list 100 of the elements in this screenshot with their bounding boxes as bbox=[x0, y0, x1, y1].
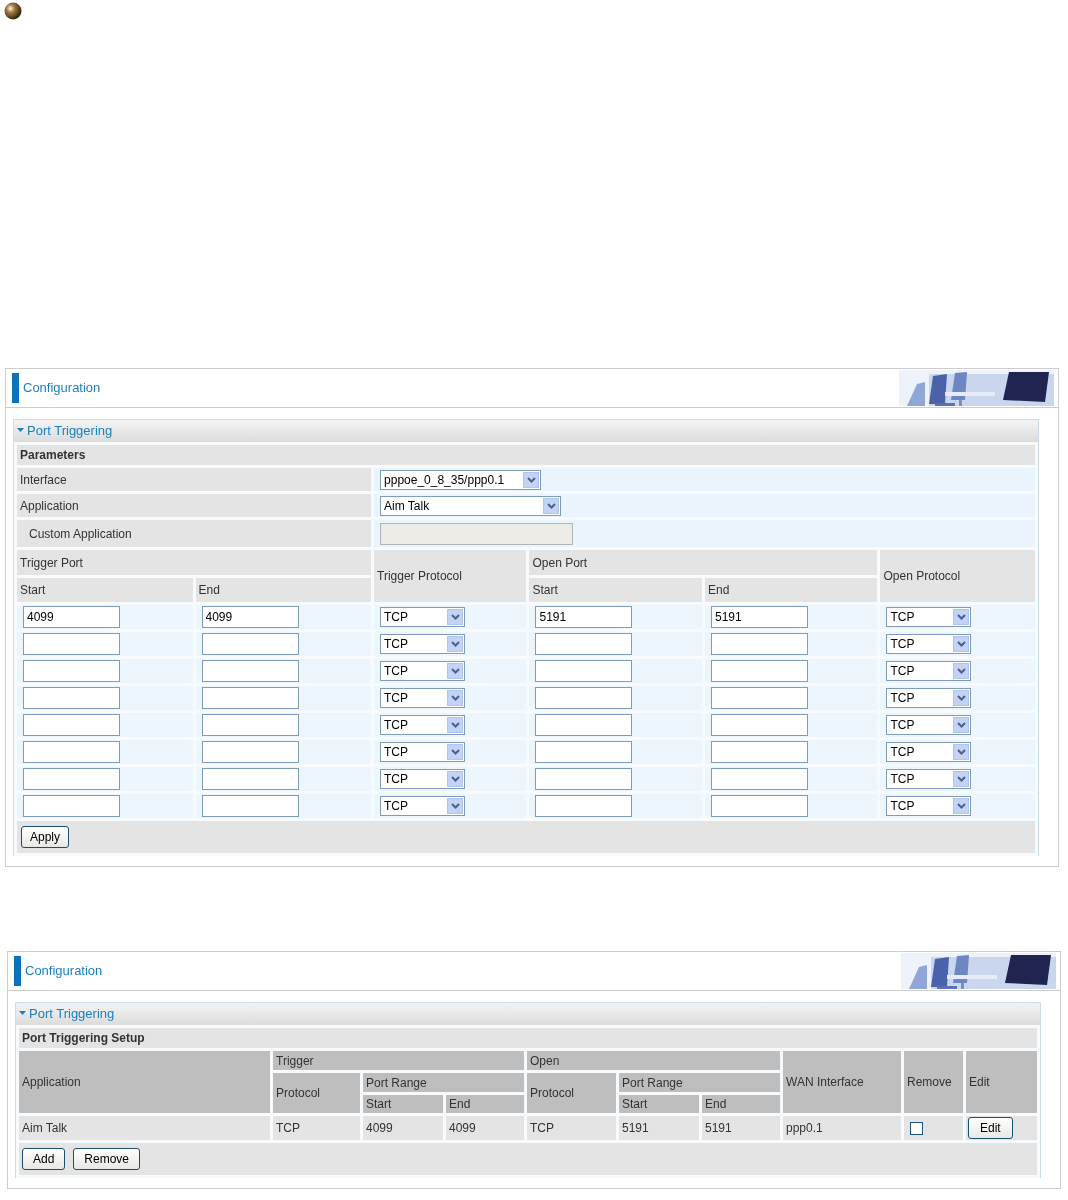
dropdown[interactable]: TCP bbox=[886, 607, 972, 627]
dropdown[interactable]: TCP bbox=[380, 796, 466, 816]
checkbox[interactable] bbox=[910, 1121, 923, 1135]
dropdown[interactable]: TCP bbox=[886, 742, 972, 762]
chevron-down-icon bbox=[956, 776, 966, 782]
chevron-down-icon bbox=[956, 641, 966, 647]
section-header[interactable]: Port Triggering bbox=[16, 1003, 1040, 1026]
text-field[interactable] bbox=[201, 768, 299, 790]
text-field[interactable] bbox=[23, 687, 120, 709]
table-cell: 5191 bbox=[619, 1116, 699, 1140]
chevron-down-icon bbox=[450, 776, 460, 782]
text-field[interactable] bbox=[201, 795, 299, 817]
dropdown[interactable]: TCP bbox=[886, 661, 972, 681]
text-field[interactable] bbox=[535, 795, 633, 817]
panel-title: Configuration bbox=[25, 962, 103, 981]
column-header: Trigger Port bbox=[17, 550, 372, 575]
text-field[interactable] bbox=[710, 714, 808, 736]
text-field[interactable] bbox=[201, 687, 299, 709]
dropdown[interactable]: TCP bbox=[380, 715, 466, 735]
column-header: Open Port bbox=[529, 550, 878, 575]
text-field[interactable]: 4099 bbox=[201, 606, 299, 628]
column-header: Trigger Protocol bbox=[374, 550, 527, 602]
column-header: Start bbox=[619, 1095, 699, 1113]
button[interactable]: Edit bbox=[968, 1117, 1013, 1139]
text-field[interactable] bbox=[201, 741, 299, 763]
text-field[interactable] bbox=[201, 660, 299, 682]
field-label: Interface bbox=[17, 468, 372, 491]
text-field[interactable] bbox=[710, 768, 808, 790]
chevron-down-icon bbox=[450, 695, 460, 701]
column-header: Start bbox=[17, 578, 193, 602]
table-cell: 5191 bbox=[702, 1116, 780, 1140]
field-label: Custom Application bbox=[17, 520, 372, 547]
header-bar bbox=[14, 956, 21, 986]
button[interactable]: Apply bbox=[21, 826, 70, 848]
column-header: End bbox=[704, 578, 878, 602]
text-field[interactable]: 4099 bbox=[23, 606, 120, 628]
text-field[interactable] bbox=[23, 714, 120, 736]
section-header[interactable]: Port Triggering bbox=[14, 420, 1038, 443]
chevron-down-icon bbox=[450, 668, 460, 674]
text-field[interactable] bbox=[23, 741, 120, 763]
text-field[interactable]: 5191 bbox=[710, 606, 808, 628]
text-field[interactable]: 5191 bbox=[535, 606, 633, 628]
text-field[interactable] bbox=[710, 633, 808, 655]
text-field[interactable] bbox=[535, 687, 633, 709]
dropdown[interactable]: TCP bbox=[886, 769, 972, 789]
group-title: Parameters bbox=[17, 445, 1035, 465]
column-header: Start bbox=[529, 578, 702, 602]
dropdown[interactable]: TCP bbox=[380, 769, 466, 789]
text-field[interactable] bbox=[535, 633, 633, 655]
chevron-down-icon bbox=[956, 749, 966, 755]
column-header: Remove bbox=[904, 1051, 963, 1113]
table-cell: ppp0.1 bbox=[783, 1116, 901, 1140]
column-header: End bbox=[702, 1095, 780, 1113]
chevron-down-icon bbox=[956, 668, 966, 674]
text-field[interactable] bbox=[201, 714, 299, 736]
chevron-down-icon bbox=[526, 476, 536, 483]
text-field[interactable] bbox=[535, 714, 633, 736]
text-field[interactable] bbox=[535, 768, 633, 790]
text-field[interactable] bbox=[535, 660, 633, 682]
text-field[interactable] bbox=[535, 741, 633, 763]
text-field[interactable] bbox=[23, 768, 120, 790]
text-field[interactable] bbox=[23, 795, 120, 817]
text-field[interactable] bbox=[710, 741, 808, 763]
dropdown[interactable]: TCP bbox=[886, 634, 972, 654]
chevron-down-icon bbox=[956, 614, 966, 620]
dropdown[interactable]: TCP bbox=[380, 688, 466, 708]
chevron-down-icon bbox=[450, 749, 460, 755]
table-cell: Aim Talk bbox=[19, 1116, 270, 1140]
text-field[interactable] bbox=[23, 633, 120, 655]
table-cell: 4099 bbox=[363, 1116, 443, 1140]
column-header: WAN Interface bbox=[783, 1051, 901, 1113]
text-field[interactable] bbox=[710, 660, 808, 682]
button[interactable]: Remove bbox=[73, 1148, 141, 1170]
text-field[interactable] bbox=[710, 795, 808, 817]
dropdown[interactable]: TCP bbox=[380, 634, 466, 654]
dropdown[interactable]: pppoe_0_8_35/ppp0.1 bbox=[380, 469, 542, 490]
chevron-down-icon bbox=[450, 614, 460, 620]
table-cell: TCP bbox=[527, 1116, 616, 1140]
column-header: Protocol bbox=[273, 1073, 360, 1113]
chevron-down-icon bbox=[956, 803, 966, 809]
column-header: Port Range bbox=[363, 1073, 524, 1092]
text-field[interactable] bbox=[710, 687, 808, 709]
chevron-down-icon bbox=[450, 803, 460, 809]
header-bar bbox=[12, 373, 19, 403]
text-field[interactable] bbox=[23, 660, 120, 682]
dropdown[interactable]: TCP bbox=[380, 742, 466, 762]
text-field[interactable] bbox=[201, 633, 299, 655]
dropdown[interactable]: Aim Talk bbox=[380, 495, 562, 516]
button[interactable]: Add bbox=[22, 1148, 66, 1170]
group-title: Port Triggering Setup bbox=[19, 1028, 1038, 1048]
bullet-icon bbox=[4, 2, 22, 20]
dropdown[interactable]: TCP bbox=[886, 715, 972, 735]
column-header: Port Range bbox=[619, 1073, 780, 1092]
chevron-down-icon bbox=[450, 641, 460, 647]
dropdown[interactable]: TCP bbox=[886, 688, 972, 708]
dropdown[interactable]: TCP bbox=[380, 607, 466, 627]
table-cell: 4099 bbox=[446, 1116, 524, 1140]
column-header: Trigger bbox=[273, 1051, 524, 1070]
dropdown[interactable]: TCP bbox=[380, 661, 466, 681]
dropdown[interactable]: TCP bbox=[886, 796, 972, 816]
